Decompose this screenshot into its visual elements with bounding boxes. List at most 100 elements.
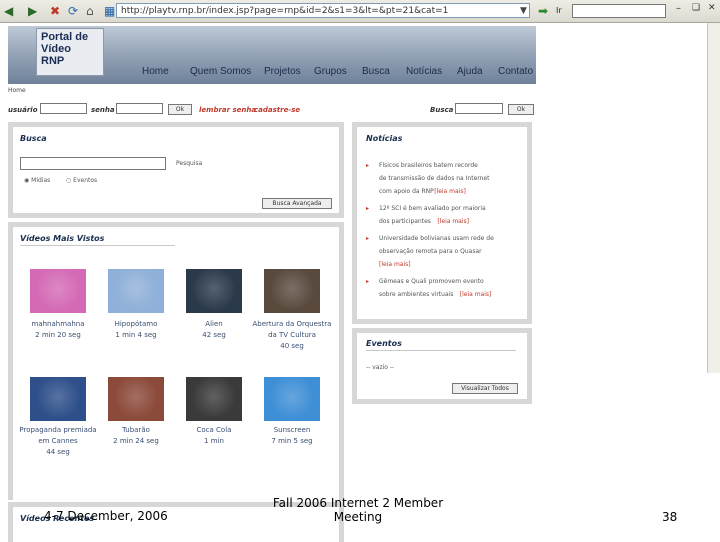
video-duration: 7 min 5 seg [271, 437, 313, 445]
visualizar-todos-button[interactable]: Visualizar Todos [452, 383, 518, 394]
news-item-line[interactable]: Gêmeas e Quali promovem evento [379, 278, 484, 285]
breadcrumb[interactable]: Home [8, 87, 26, 94]
news-read-more-link[interactable]: [leia mais] [379, 261, 411, 268]
video-caption: Propaganda premiada em Cannes 44 seg [16, 425, 100, 458]
video-card[interactable]: mahnahmahna 2 min 20 seg [16, 269, 100, 341]
news-read-more-link[interactable]: [leia mais] [434, 188, 466, 195]
video-duration: 2 min 20 seg [35, 331, 81, 339]
close-icon[interactable]: ✕ [708, 3, 716, 13]
logo-line-3: RNP [41, 55, 65, 67]
video-card[interactable]: Alien 42 seg [172, 269, 256, 341]
video-duration: 44 seg [46, 448, 70, 456]
video-thumbnail[interactable] [186, 269, 242, 313]
video-title[interactable]: Hipopótamo [94, 319, 178, 330]
go-arrow-icon[interactable]: ➡ [538, 3, 548, 19]
pesquisa-button[interactable]: Pesquisa [176, 160, 202, 167]
nav-home[interactable]: Home [142, 66, 169, 77]
login-ok-button[interactable]: Ok [168, 104, 192, 115]
password-input[interactable] [116, 103, 163, 114]
videos-panel-body [13, 227, 339, 500]
nav-contato[interactable]: Contato [498, 66, 533, 77]
video-title[interactable]: Tubarão [94, 425, 178, 436]
eventos-title: Eventos [366, 339, 402, 348]
news-item-line[interactable]: de transmissão de dados na Internet [379, 175, 489, 182]
news-item-line[interactable]: com apoio da RNP [379, 188, 434, 195]
busca-input[interactable] [20, 157, 166, 170]
video-title[interactable]: mahnahmahna [16, 319, 100, 330]
video-caption: Tubarão 2 min 24 seg [94, 425, 178, 447]
news-bullet-icon: ▸ [366, 278, 370, 285]
page-icon: ▦ [104, 4, 116, 18]
register-link[interactable]: cadastre-se [254, 106, 300, 114]
video-duration: 1 min [204, 437, 224, 445]
restore-icon[interactable]: ❑ [692, 3, 700, 13]
user-input[interactable] [40, 103, 87, 114]
noticias-title: Notícias [366, 134, 403, 143]
news-item-line[interactable]: dos participantes [379, 218, 431, 225]
nav-busca[interactable]: Busca [362, 66, 390, 77]
nav-grupos[interactable]: Grupos [314, 66, 347, 77]
site-logo[interactable]: Portal de Vídeo RNP [36, 28, 104, 76]
footer-date: 4-7 December, 2006 [44, 509, 168, 523]
news-read-more-link[interactable]: [leia mais] [460, 291, 492, 298]
refresh-icon[interactable]: ⟳ [68, 3, 78, 19]
radio-midias[interactable]: ◉ Mídias [24, 177, 50, 184]
video-title[interactable]: Propaganda premiada em Cannes [16, 425, 100, 447]
news-bullet-icon: ▸ [366, 205, 370, 212]
news-item-line[interactable]: observação remota para o Quasar [379, 248, 482, 255]
chevron-down-icon[interactable]: ▼ [520, 3, 527, 19]
home-icon[interactable]: ⌂ [86, 3, 94, 19]
video-card[interactable]: Propaganda premiada em Cannes 44 seg [16, 377, 100, 458]
video-thumbnail[interactable] [30, 269, 86, 313]
video-card[interactable]: Hipopótamo 1 min 4 seg [94, 269, 178, 341]
video-card[interactable]: Coca Cola 1 min [172, 377, 256, 447]
stop-icon[interactable]: ✖ [50, 3, 60, 19]
video-thumbnail[interactable] [108, 377, 164, 421]
videos-title-rule [20, 245, 175, 246]
address-bar[interactable]: http://playtv.rnp.br/index.jsp?page=rnp&… [116, 3, 530, 18]
video-duration: 1 min 4 seg [115, 331, 157, 339]
browser-search-input[interactable] [572, 4, 666, 18]
videos-title: Vídeos Mais Vistos [20, 234, 105, 243]
video-caption: Alien 42 seg [172, 319, 256, 341]
video-title[interactable]: Alien [172, 319, 256, 330]
quick-search-ok-button[interactable]: Ok [508, 104, 534, 115]
video-thumbnail[interactable] [30, 377, 86, 421]
nav-projetos[interactable]: Projetos [264, 66, 301, 77]
video-thumbnail[interactable] [108, 269, 164, 313]
video-title[interactable]: Abertura da Orquestra da TV Cultura [250, 319, 334, 341]
footer-title-line-2: Meeting [333, 510, 383, 524]
news-bullet-icon: ▸ [366, 235, 370, 242]
footer-page-number: 38 [662, 510, 678, 524]
news-item-line[interactable]: 12º SCI é bem avaliado por maioria [379, 205, 486, 212]
quick-search-input[interactable] [455, 103, 503, 114]
news-bullet-icon: ▸ [366, 162, 370, 169]
video-title[interactable]: Coca Cola [172, 425, 256, 436]
go-button[interactable]: Ir [556, 6, 562, 15]
news-item-line[interactable]: Universidade bolivianas usam rede de [379, 235, 494, 242]
eventos-empty: -- vazio -- [366, 364, 395, 371]
nav-noticias[interactable]: Notícias [406, 66, 442, 77]
news-read-more-link[interactable]: [leia mais] [437, 218, 469, 225]
password-label: senha [91, 106, 115, 114]
video-thumbnail[interactable] [186, 377, 242, 421]
nav-ajuda[interactable]: Ajuda [457, 66, 483, 77]
nav-quem-somos[interactable]: Quem Somos [190, 66, 251, 77]
minimize-icon[interactable]: – [676, 3, 681, 14]
video-card[interactable]: Tubarão 2 min 24 seg [94, 377, 178, 447]
busca-avancada-button[interactable]: Busca Avançada [262, 198, 332, 209]
news-item-line[interactable]: Físicos brasileiros batem recorde [379, 162, 478, 169]
forward-icon[interactable]: ▶ [28, 3, 37, 19]
video-card[interactable]: Abertura da Orquestra da TV Cultura 40 se… [250, 269, 334, 352]
back-icon[interactable]: ◀ [4, 3, 13, 19]
video-card[interactable]: Sunscreen 7 min 5 seg [250, 377, 334, 447]
video-thumbnail[interactable] [264, 269, 320, 313]
logo-line-2: Vídeo [41, 43, 71, 55]
video-duration: 42 seg [202, 331, 226, 339]
radio-eventos[interactable]: ○ Eventos [66, 177, 97, 184]
forgot-password-link[interactable]: lembrar senha [199, 106, 256, 114]
news-item-line[interactable]: sobre ambientes virtuais [379, 291, 453, 298]
vertical-scrollbar[interactable] [707, 23, 720, 373]
video-title[interactable]: Sunscreen [250, 425, 334, 436]
video-thumbnail[interactable] [264, 377, 320, 421]
